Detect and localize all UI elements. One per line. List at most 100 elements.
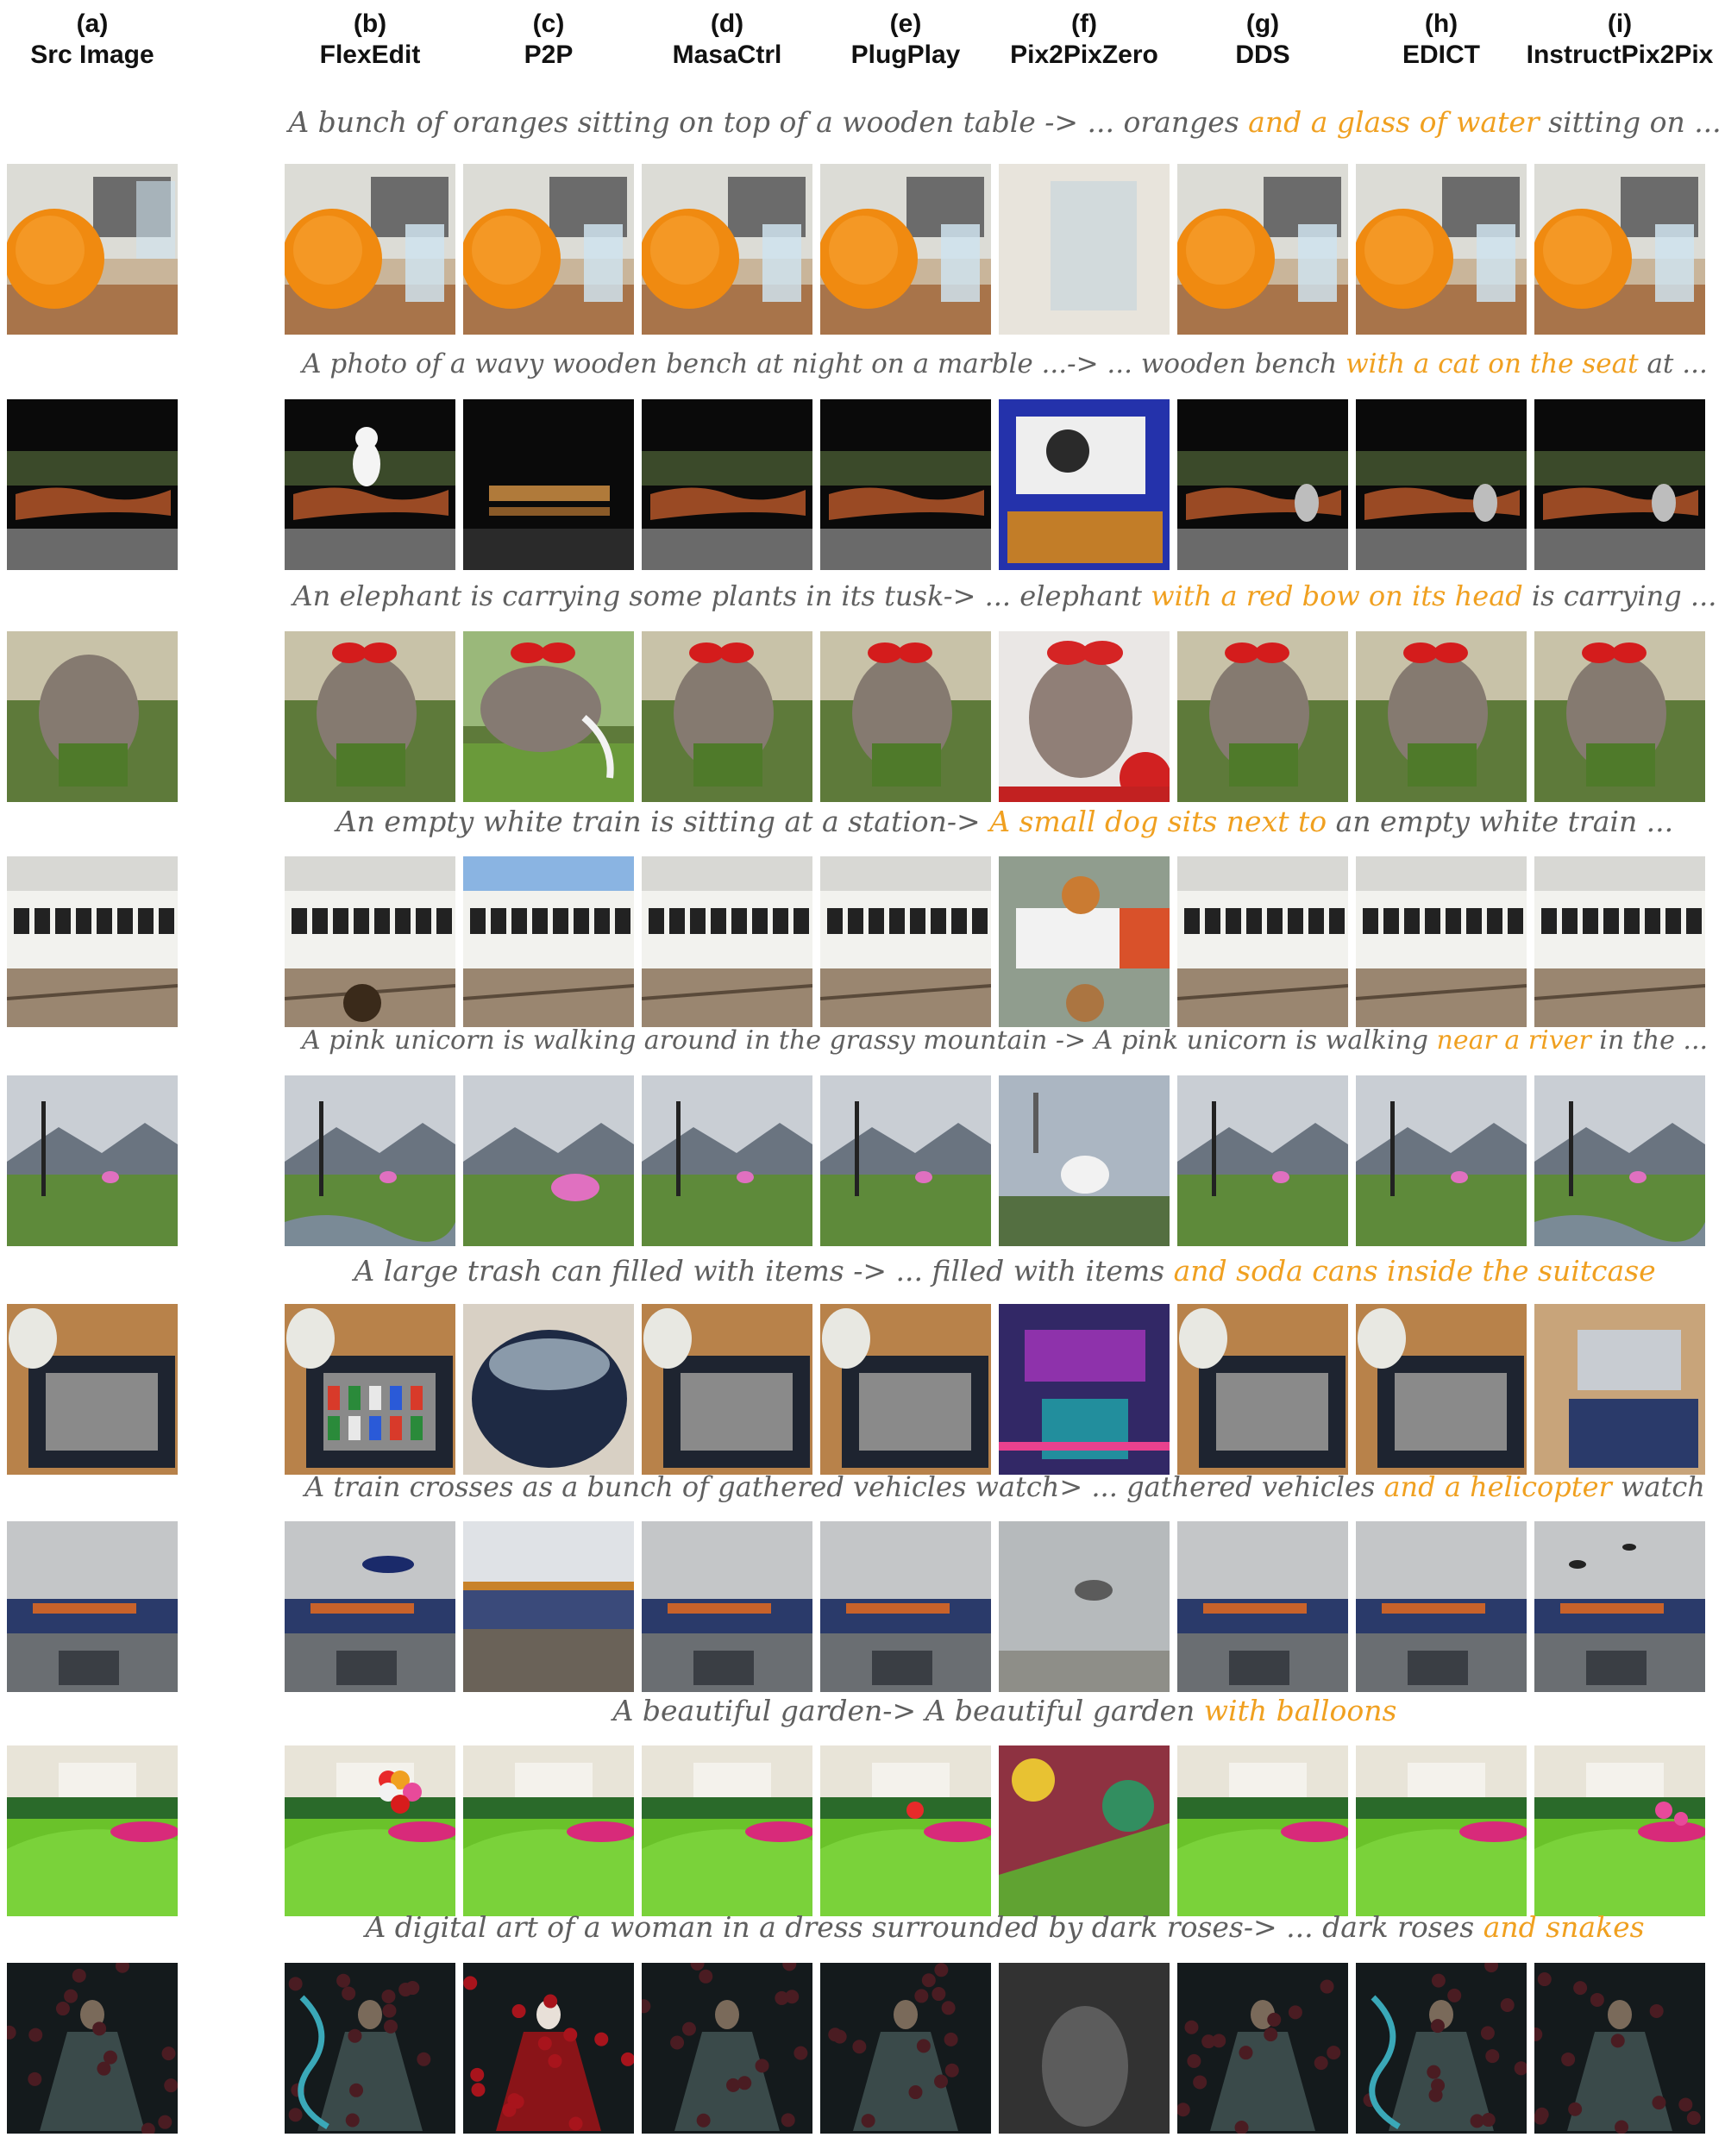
row-caption: A photo of a wavy wooden bench at night … — [285, 345, 1725, 383]
result-image-woman-src-image — [7, 1963, 178, 2134]
column-header-dds: (g) DDS — [1168, 9, 1358, 71]
result-image-bench-dds — [1177, 399, 1348, 570]
caption-highlight: and a glass of water — [1248, 105, 1540, 139]
column-name: EDICT — [1402, 41, 1480, 69]
column-letter: (f) — [1071, 9, 1097, 38]
row-caption: A train crosses as a bunch of gathered v… — [285, 1468, 1725, 1506]
result-image-crossing-instructpix2pix — [1534, 1521, 1705, 1692]
result-image-suitcase-instructpix2pix — [1534, 1304, 1705, 1475]
result-image-garden-plugplay — [820, 1745, 991, 1916]
column-header-flexedit: (b) FlexEdit — [275, 9, 465, 71]
result-image-unicorn-pix2pixzero — [999, 1075, 1170, 1246]
result-image-unicorn-dds — [1177, 1075, 1348, 1246]
caption-highlight: and soda cans inside the suitcase — [1173, 1254, 1656, 1288]
result-image-suitcase-pix2pixzero — [999, 1304, 1170, 1475]
result-image-train-masactrl — [642, 856, 812, 1027]
result-image-train-edict — [1356, 856, 1527, 1027]
result-image-suitcase-dds — [1177, 1304, 1348, 1475]
result-image-elephant-pix2pixzero — [999, 631, 1170, 802]
result-image-bench-pix2pixzero — [999, 399, 1170, 570]
result-image-garden-masactrl — [642, 1745, 812, 1916]
caption-prefix: A pink unicorn is walking around in the … — [301, 1025, 1437, 1056]
column-letter: (b) — [353, 9, 387, 38]
caption-suffix: is carrying ... — [1522, 580, 1717, 612]
result-image-suitcase-masactrl — [642, 1304, 812, 1475]
column-name: Pix2PixZero — [1010, 41, 1158, 69]
result-image-woman-edict — [1356, 1963, 1527, 2134]
column-header-pix2pixzero: (f) Pix2PixZero — [989, 9, 1179, 71]
result-image-bench-edict — [1356, 399, 1527, 570]
column-header-masactrl: (d) MasaCtrl — [632, 9, 822, 71]
column-name: PlugPlay — [850, 41, 961, 69]
result-image-bench-plugplay — [820, 399, 991, 570]
result-image-woman-plugplay — [820, 1963, 991, 2134]
row-caption: A bunch of oranges sitting on top of a w… — [285, 103, 1725, 141]
result-image-oranges-flexedit — [285, 164, 455, 335]
result-image-unicorn-instructpix2pix — [1534, 1075, 1705, 1246]
result-image-unicorn-masactrl — [642, 1075, 812, 1246]
row-caption: An empty white train is sitting at a sta… — [285, 803, 1725, 841]
result-image-elephant-instructpix2pix — [1534, 631, 1705, 802]
row-caption: A large trash can filled with items -> .… — [285, 1252, 1725, 1290]
result-image-suitcase-flexedit — [285, 1304, 455, 1475]
column-letter: (i) — [1607, 9, 1633, 38]
result-image-oranges-src-image — [7, 164, 178, 335]
result-image-bench-p2p — [463, 399, 634, 570]
caption-prefix: An empty white train is sitting at a sta… — [336, 805, 990, 838]
row-caption: An elephant is carrying some plants in i… — [285, 577, 1725, 615]
result-image-garden-dds — [1177, 1745, 1348, 1916]
column-name: InstructPix2Pix — [1526, 41, 1714, 69]
row-caption: A pink unicorn is walking around in the … — [285, 1022, 1725, 1060]
column-letter: (c) — [532, 9, 565, 38]
result-image-woman-pix2pixzero — [999, 1963, 1170, 2134]
column-name: DDS — [1235, 41, 1290, 69]
result-image-elephant-masactrl — [642, 631, 812, 802]
result-image-crossing-dds — [1177, 1521, 1348, 1692]
result-image-train-p2p — [463, 856, 634, 1027]
result-image-train-plugplay — [820, 856, 991, 1027]
result-image-garden-edict — [1356, 1745, 1527, 1916]
column-name: Src Image — [30, 41, 154, 69]
result-image-oranges-edict — [1356, 164, 1527, 335]
caption-prefix: A beautiful garden-> A beautiful garden — [612, 1694, 1204, 1727]
result-image-unicorn-plugplay — [820, 1075, 991, 1246]
result-image-unicorn-flexedit — [285, 1075, 455, 1246]
column-letter: (g) — [1245, 9, 1280, 38]
column-letter: (h) — [1424, 9, 1458, 38]
result-image-suitcase-edict — [1356, 1304, 1527, 1475]
result-image-oranges-p2p — [463, 164, 634, 335]
result-image-train-instructpix2pix — [1534, 856, 1705, 1027]
result-image-woman-flexedit — [285, 1963, 455, 2134]
row-caption: A beautiful garden-> A beautiful garden … — [285, 1692, 1725, 1730]
result-image-oranges-instructpix2pix — [1534, 164, 1705, 335]
column-header-src-image: (a) Src Image — [0, 9, 187, 71]
column-header-p2p: (c) P2P — [454, 9, 643, 71]
result-image-train-flexedit — [285, 856, 455, 1027]
column-name: P2P — [524, 41, 574, 69]
caption-prefix: A large trash can filled with items -> .… — [354, 1254, 1174, 1288]
result-image-elephant-src-image — [7, 631, 178, 802]
caption-prefix: A train crosses as a bunch of gathered v… — [304, 1470, 1384, 1503]
result-image-bench-flexedit — [285, 399, 455, 570]
caption-highlight: A small dog sits next to — [989, 805, 1327, 838]
caption-suffix: an empty white train ... — [1327, 805, 1674, 838]
result-image-woman-p2p — [463, 1963, 634, 2134]
result-image-crossing-flexedit — [285, 1521, 455, 1692]
result-image-elephant-flexedit — [285, 631, 455, 802]
row-caption: A digital art of a woman in a dress surr… — [285, 1908, 1725, 1946]
result-image-elephant-plugplay — [820, 631, 991, 802]
result-image-train-src-image — [7, 856, 178, 1027]
result-image-garden-pix2pixzero — [999, 1745, 1170, 1916]
result-image-train-dds — [1177, 856, 1348, 1027]
result-image-woman-masactrl — [642, 1963, 812, 2134]
result-image-garden-flexedit — [285, 1745, 455, 1916]
caption-highlight: near a river — [1436, 1025, 1591, 1056]
caption-suffix: watch — [1611, 1470, 1705, 1503]
result-image-oranges-masactrl — [642, 164, 812, 335]
result-image-bench-src-image — [7, 399, 178, 570]
result-image-crossing-masactrl — [642, 1521, 812, 1692]
result-image-oranges-plugplay — [820, 164, 991, 335]
result-image-oranges-pix2pixzero — [999, 164, 1170, 335]
caption-highlight: and snakes — [1483, 1910, 1645, 1944]
result-image-elephant-p2p — [463, 631, 634, 802]
